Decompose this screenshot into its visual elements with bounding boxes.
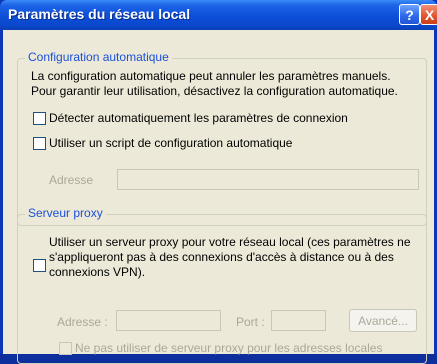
use-proxy-label-line3[interactable]: connexions VPN). xyxy=(49,265,145,280)
use-proxy-label-line1[interactable]: Utiliser un serveur proxy pour votre rés… xyxy=(49,235,411,250)
script-address-label: Adresse xyxy=(49,173,94,187)
proxy-address-field[interactable] xyxy=(116,310,221,331)
dialog-body: Configuration automatique La configurati… xyxy=(3,30,434,364)
use-proxy-checkbox[interactable] xyxy=(33,259,46,272)
lan-settings-dialog: Paramètres du réseau local ? X Configura… xyxy=(0,0,437,364)
window-title: Paramètres du réseau local xyxy=(8,6,191,22)
help-icon: ? xyxy=(405,6,414,23)
title-bar[interactable]: Paramètres du réseau local ? X xyxy=(0,0,437,30)
close-icon: X xyxy=(424,6,435,23)
use-script-label[interactable]: Utiliser un script de configuration auto… xyxy=(49,136,292,151)
advanced-button[interactable]: Avancé... xyxy=(349,309,417,332)
help-button[interactable]: ? xyxy=(399,4,420,25)
proxy-port-field[interactable] xyxy=(271,310,326,331)
script-address-field[interactable] xyxy=(117,169,419,190)
auto-config-legend: Configuration automatique xyxy=(25,50,172,64)
bypass-local-checkbox[interactable] xyxy=(59,342,72,355)
proxy-port-label: Port : xyxy=(236,315,265,329)
detect-settings-checkbox[interactable] xyxy=(33,112,46,125)
auto-config-description-line2: Pour garantir leur utilisation, désactiv… xyxy=(31,84,398,98)
use-proxy-label-line2[interactable]: s'appliqueront pas à des connexions d'ac… xyxy=(49,250,394,265)
use-script-checkbox[interactable] xyxy=(33,137,46,150)
proxy-legend: Serveur proxy xyxy=(25,206,106,220)
auto-config-description-line1: La configuration automatique peut annule… xyxy=(31,69,391,83)
proxy-address-label: Adresse : xyxy=(57,315,108,329)
advanced-button-label: Avancé... xyxy=(358,313,408,328)
detect-settings-label[interactable]: Détecter automatiquement les paramètres … xyxy=(49,111,348,126)
close-button[interactable]: X xyxy=(420,4,437,25)
